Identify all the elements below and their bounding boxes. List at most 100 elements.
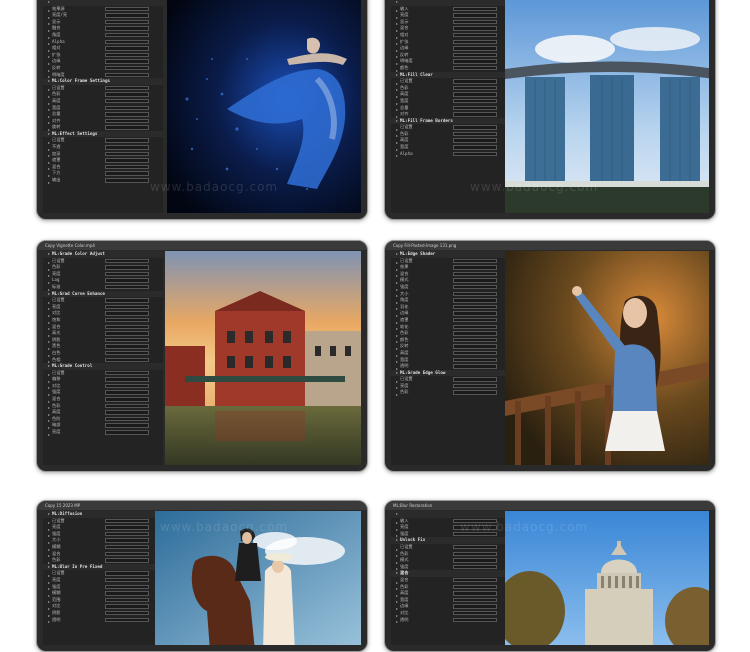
param-row[interactable]: 已设置 (43, 137, 163, 145)
param-row[interactable]: 下方 (43, 170, 163, 178)
param-row[interactable]: 已设置 (391, 258, 511, 265)
section-head[interactable]: ML:Grade Edge Glow (391, 369, 511, 377)
param-row[interactable]: 已设置 (43, 570, 163, 577)
param-row[interactable]: 高度 (43, 98, 163, 105)
param-row[interactable]: 阴影 (43, 610, 163, 617)
param-row[interactable]: Log (43, 277, 163, 284)
param-row[interactable]: 高度 (391, 137, 511, 145)
param-row[interactable]: 色阶 (43, 416, 163, 423)
param-row[interactable]: 显示 (391, 19, 511, 26)
param-row[interactable]: 已设置 (391, 544, 511, 551)
section-head[interactable]: ML:Effect Settings (43, 130, 163, 138)
param-row[interactable]: 强度 (43, 584, 163, 591)
param-row[interactable]: 已设置 (43, 370, 163, 377)
param-row[interactable]: 高度 (43, 409, 163, 416)
param-row[interactable]: 亮度 (43, 429, 163, 436)
param-row[interactable]: 反转 (391, 343, 511, 350)
param-row[interactable]: 对齐 (391, 111, 511, 118)
param-row[interactable]: 对比 (391, 610, 511, 617)
param-row[interactable]: 色彩 (391, 389, 511, 397)
param-row[interactable]: 强度 (43, 389, 163, 397)
param-row[interactable]: 饱和 (43, 317, 163, 324)
param-row[interactable]: 大小 (391, 291, 511, 298)
section-head[interactable]: ML:Fill Frame Borders (391, 117, 511, 125)
param-row[interactable]: 亮度/亮 (43, 12, 163, 19)
param-row[interactable]: 混合 (43, 324, 163, 331)
param-row[interactable]: 输入 (391, 6, 511, 13)
param-row[interactable]: 对比 (43, 383, 163, 390)
param-row[interactable]: 融合 (43, 25, 163, 32)
param-row[interactable]: 角度 (43, 32, 163, 39)
section-head[interactable]: ML:Grade Control (43, 363, 163, 370)
param-row[interactable]: 不透 (43, 144, 163, 151)
param-row[interactable]: 输出 (43, 177, 163, 184)
param-row[interactable]: 模式 (391, 557, 511, 564)
param-row[interactable]: 阴影 (43, 337, 163, 344)
param-row[interactable]: 颜色 (391, 65, 511, 72)
param-row[interactable]: 已设置 (391, 78, 511, 85)
param-row[interactable]: 宽度 (391, 597, 511, 604)
param-row[interactable]: 扩张 (391, 39, 511, 46)
param-row[interactable]: 反转 (391, 52, 511, 59)
param-row[interactable]: 透明 (43, 617, 163, 624)
param-row[interactable]: 已设置 (391, 376, 511, 383)
param-row[interactable]: 色彩 (391, 131, 511, 138)
param-row[interactable]: 对比 (43, 310, 163, 317)
param-row[interactable]: 效果源 (43, 6, 163, 13)
param-row[interactable]: 已设置 (43, 258, 163, 265)
param-row[interactable]: 显示 (43, 19, 163, 26)
param-row[interactable]: 对齐 (43, 118, 163, 125)
param-row[interactable]: 亮度 (391, 12, 511, 19)
param-row[interactable]: 反转 (43, 65, 163, 72)
param-row[interactable]: 色彩 (43, 91, 163, 98)
param-row[interactable]: 宽度 (391, 357, 511, 364)
param-row[interactable]: 亮度 (43, 271, 163, 278)
param-row[interactable]: 总量 (391, 105, 511, 112)
section-head[interactable]: ML:Edge Shader (391, 251, 511, 258)
param-row[interactable]: 宽度 (391, 144, 511, 151)
param-row[interactable]: 明暗度 (391, 58, 511, 65)
param-row[interactable]: 遮罩 (391, 317, 511, 324)
param-row[interactable]: 高度 (391, 350, 511, 357)
param-row[interactable]: 色彩 (391, 85, 511, 92)
param-row[interactable]: 宽度 (391, 98, 511, 105)
param-row[interactable]: 遮罩 (43, 157, 163, 164)
param-row[interactable]: 相对 (391, 32, 511, 39)
param-row[interactable]: 颜色 (391, 337, 511, 344)
section-head[interactable]: Unlock Fix (391, 537, 511, 544)
param-row[interactable]: 已设置 (391, 124, 511, 131)
param-row[interactable]: 色彩 (43, 557, 163, 564)
param-row[interactable]: 色相 (43, 357, 163, 364)
param-row[interactable]: 透明 (391, 363, 511, 370)
param-row[interactable]: 羽化 (391, 304, 511, 311)
param-row[interactable]: 强度 (391, 564, 511, 571)
param-row[interactable]: 混合 (391, 577, 511, 584)
param-row[interactable]: 标准 (43, 284, 163, 291)
param-row[interactable]: 高度 (391, 91, 511, 98)
section-head[interactable]: ML:Fill Clear (391, 71, 511, 79)
param-row[interactable]: 色彩 (391, 551, 511, 558)
param-row[interactable]: 亮度 (43, 304, 163, 311)
param-row[interactable]: 模糊 (43, 590, 163, 597)
param-row[interactable]: 大小 (43, 537, 163, 544)
param-row[interactable]: 扩张 (43, 52, 163, 59)
param-row[interactable]: 已设置 (43, 518, 163, 525)
section-head[interactable]: ML:Grad Curve Enhance (43, 290, 163, 298)
param-row[interactable]: 亮度 (391, 383, 511, 390)
param-row[interactable]: 色彩 (391, 330, 511, 337)
param-row[interactable]: 模式 (391, 277, 511, 284)
param-row[interactable]: 旋转 (43, 124, 163, 131)
param-row[interactable]: 透明 (391, 617, 511, 624)
param-row[interactable]: 明暗度 (43, 72, 163, 79)
param-row[interactable]: 软化 (391, 324, 511, 331)
param-row[interactable]: 色彩 (391, 584, 511, 591)
param-row[interactable]: 混合 (43, 164, 163, 171)
param-row[interactable]: 混合 (43, 551, 163, 558)
param-row[interactable]: 亮度 (43, 524, 163, 531)
param-row[interactable]: Alpha (43, 39, 163, 46)
section-head[interactable]: ML:Color Frame Settings (43, 78, 163, 85)
param-row[interactable]: 边缘 (43, 58, 163, 65)
param-row[interactable]: 高度 (391, 590, 511, 597)
param-row[interactable]: 暗部 (43, 422, 163, 430)
param-row[interactable]: 效果 (391, 264, 511, 271)
